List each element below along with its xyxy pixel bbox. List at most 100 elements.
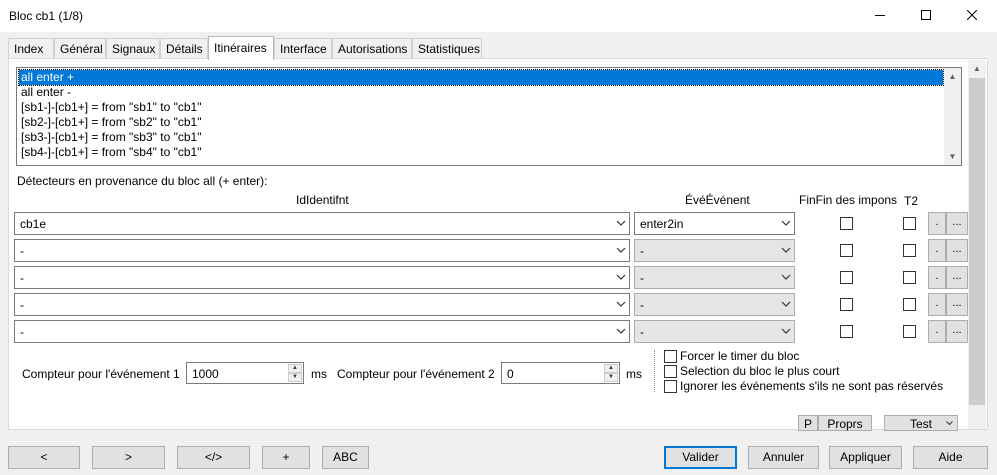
- spin-buttons: ▲ ▼: [604, 364, 618, 382]
- forcer-timer-checkbox[interactable]: [664, 350, 677, 363]
- ignorer-evenements-label: Ignorer les événements s'ils ne sont pas…: [680, 379, 944, 393]
- list-item[interactable]: all enter +: [18, 69, 944, 86]
- counter1-label: Compteur pour l'événement 1: [22, 367, 180, 381]
- annuler-button[interactable]: Annuler: [748, 446, 819, 469]
- tab-itineraires[interactable]: Itinéraires: [208, 36, 274, 60]
- evenement-combo[interactable]: -: [634, 266, 795, 289]
- identifiant-value: -: [20, 244, 24, 258]
- spin-down-icon[interactable]: ▼: [288, 373, 302, 382]
- t2-checkbox[interactable]: [903, 325, 916, 338]
- row-more-button[interactable]: ...: [946, 266, 968, 289]
- counter2-value: 0: [507, 367, 514, 381]
- aide-button[interactable]: Aide: [913, 446, 988, 469]
- next-button[interactable]: >: [92, 446, 165, 469]
- properties-button[interactable]: Proprs: [818, 415, 872, 431]
- identifiant-combo[interactable]: -: [14, 239, 630, 262]
- scroll-up-icon[interactable]: ▲: [968, 60, 986, 77]
- evenement-value: enter2in: [640, 217, 684, 231]
- code-button[interactable]: </>: [177, 446, 250, 469]
- fin-impulsions-checkbox[interactable]: [840, 325, 853, 338]
- counter2-unit: ms: [626, 367, 642, 381]
- row-more-button[interactable]: ...: [946, 320, 968, 343]
- evenement-value: -: [640, 244, 644, 258]
- p-button[interactable]: P: [798, 415, 818, 431]
- row-more-button[interactable]: ...: [946, 239, 968, 262]
- title-bar: Bloc cb1 (1/8): [0, 0, 997, 32]
- evenement-combo[interactable]: -: [634, 239, 795, 262]
- chevron-down-icon: [781, 220, 791, 226]
- close-icon[interactable]: [949, 0, 995, 30]
- row-small-button[interactable]: .: [928, 266, 946, 289]
- tab-signaux[interactable]: Signaux: [106, 38, 160, 59]
- tab-statistiques[interactable]: Statistiques: [412, 38, 482, 59]
- identifiant-combo[interactable]: -: [14, 293, 630, 316]
- chevron-down-icon: [781, 328, 791, 334]
- list-scrollbar[interactable]: ▲ ▼: [944, 68, 961, 165]
- evenement-combo[interactable]: -: [634, 320, 795, 343]
- ignorer-evenements-checkbox[interactable]: [664, 380, 677, 393]
- row-small-button[interactable]: .: [928, 320, 946, 343]
- tab-autorisations[interactable]: Autorisations: [332, 38, 412, 59]
- tab-interface[interactable]: Interface: [274, 38, 332, 59]
- identifiant-value: -: [20, 271, 24, 285]
- appliquer-button[interactable]: Appliquer: [829, 446, 902, 469]
- row-small-button[interactable]: .: [928, 293, 946, 316]
- forcer-timer-label: Forcer le timer du bloc: [680, 349, 800, 363]
- test-button-label: Test: [909, 417, 932, 431]
- selection-plus-court-label: Selection du bloc le plus court: [680, 364, 840, 378]
- valider-button[interactable]: Valider: [664, 446, 737, 469]
- counter2-label: Compteur pour l'événement 2: [337, 367, 495, 381]
- window-title: Bloc cb1 (1/8): [9, 9, 84, 23]
- itinerary-list[interactable]: all enter + all enter - [sb1-]-[cb1+] = …: [16, 67, 962, 166]
- row-more-button[interactable]: ...: [946, 212, 968, 235]
- identifiant-combo[interactable]: -: [14, 320, 630, 343]
- evenement-combo[interactable]: -: [634, 293, 795, 316]
- identifiant-combo[interactable]: -: [14, 266, 630, 289]
- row-small-button[interactable]: .: [928, 212, 946, 235]
- t2-checkbox[interactable]: [903, 298, 916, 311]
- add-button[interactable]: +: [262, 446, 310, 469]
- scrollbar-thumb[interactable]: [969, 78, 985, 405]
- column-header-evenement: ÉvéÉvénent: [685, 193, 750, 207]
- evenement-combo[interactable]: enter2in: [634, 212, 795, 235]
- t2-checkbox[interactable]: [903, 244, 916, 257]
- counter1-spinbox[interactable]: 1000 ▲ ▼: [186, 362, 304, 384]
- identifiant-value: -: [20, 298, 24, 312]
- test-button[interactable]: Test: [884, 415, 958, 431]
- list-item[interactable]: [sb2-]-[cb1+] = from "sb2" to "cb1": [19, 115, 943, 130]
- list-item[interactable]: [sb3-]-[cb1+] = from "sb3" to "cb1": [19, 130, 943, 145]
- list-item[interactable]: [sb1-]-[cb1+] = from "sb1" to "cb1": [19, 100, 943, 115]
- maximize-icon[interactable]: [903, 0, 949, 30]
- fin-impulsions-checkbox[interactable]: [840, 298, 853, 311]
- column-header-identifiant: IdIdentifnt: [296, 193, 349, 207]
- previous-button[interactable]: <: [8, 446, 80, 469]
- spin-up-icon[interactable]: ▲: [604, 364, 618, 373]
- selection-plus-court-checkbox[interactable]: [664, 365, 677, 378]
- t2-checkbox[interactable]: [903, 271, 916, 284]
- chevron-down-icon: [946, 421, 953, 426]
- identifiant-combo[interactable]: cb1e: [14, 212, 630, 235]
- identifiant-value: -: [20, 325, 24, 339]
- fin-impulsions-checkbox[interactable]: [840, 217, 853, 230]
- spin-up-icon[interactable]: ▲: [288, 364, 302, 373]
- fin-impulsions-checkbox[interactable]: [840, 244, 853, 257]
- list-item[interactable]: all enter -: [19, 85, 943, 100]
- spin-down-icon[interactable]: ▼: [604, 373, 618, 382]
- counter2-spinbox[interactable]: 0 ▲ ▼: [501, 362, 620, 384]
- minimize-icon[interactable]: [857, 0, 903, 30]
- list-item[interactable]: [sb4-]-[cb1+] = from "sb4" to "cb1": [19, 145, 943, 160]
- scroll-up-icon[interactable]: ▲: [944, 68, 961, 85]
- chevron-down-icon: [616, 274, 626, 280]
- fin-impulsions-checkbox[interactable]: [840, 271, 853, 284]
- tab-index[interactable]: Index: [8, 38, 54, 59]
- abc-button[interactable]: ABC: [322, 446, 369, 469]
- t2-checkbox[interactable]: [903, 217, 916, 230]
- tab-details[interactable]: Détails: [160, 38, 208, 59]
- counter1-unit: ms: [311, 367, 327, 381]
- row-small-button[interactable]: .: [928, 239, 946, 262]
- chevron-down-icon: [616, 220, 626, 226]
- row-more-button[interactable]: ...: [946, 293, 968, 316]
- panel-scrollbar[interactable]: ▲: [968, 60, 986, 429]
- tab-general[interactable]: Général: [54, 38, 106, 59]
- scroll-down-icon[interactable]: ▼: [944, 148, 961, 165]
